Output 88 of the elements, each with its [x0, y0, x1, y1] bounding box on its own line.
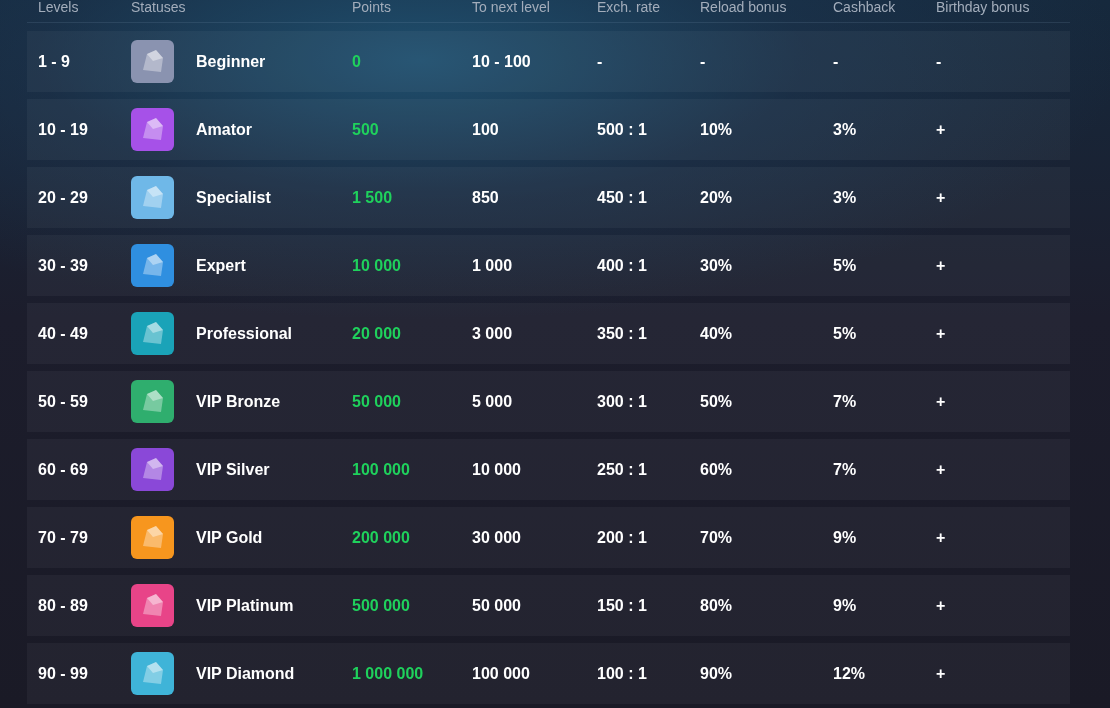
table-cell: 50%	[700, 392, 733, 411]
column-header: Cashback	[833, 0, 896, 15]
table-cell: 400 : 1	[597, 256, 647, 275]
table-cell: 500 000	[352, 596, 410, 615]
table-cell: +	[936, 188, 946, 207]
table-cell: 200 : 1	[597, 528, 647, 547]
table-cell: 3%	[833, 120, 857, 139]
table-cell: +	[936, 324, 946, 343]
table-cell: 350 : 1	[597, 324, 647, 343]
table-cell: 10 000	[352, 256, 401, 275]
status-name: Professional	[196, 324, 293, 343]
status-name: VIP Silver	[196, 460, 270, 479]
status-name: Expert	[196, 256, 246, 275]
status-name: VIP Bronze	[196, 392, 281, 411]
table-cell: 30%	[700, 256, 733, 275]
table-cell: -	[597, 52, 603, 71]
table-cell: 50 000	[352, 392, 401, 411]
status-name: VIP Diamond	[196, 664, 295, 683]
table-cell: 100 000	[472, 664, 530, 683]
table-cell: 10 000	[472, 460, 521, 479]
table-cell: 70%	[700, 528, 733, 547]
table-cell: 50 - 59	[38, 392, 88, 411]
table-cell: 450 : 1	[597, 188, 647, 207]
table-cell: 500	[352, 120, 379, 139]
table-cell: +	[936, 460, 946, 479]
status-name: VIP Gold	[196, 528, 263, 547]
table-cell: 10 - 19	[38, 120, 88, 139]
table-cell: 3%	[833, 188, 857, 207]
status-name: Beginner	[196, 52, 266, 71]
table-cell: 9%	[833, 528, 857, 547]
column-header: Reload bonus	[700, 0, 787, 15]
table-cell: 1 500	[352, 188, 393, 207]
table-cell: 150 : 1	[597, 596, 647, 615]
table-cell: 30 - 39	[38, 256, 88, 275]
table-cell: 500 : 1	[597, 120, 647, 139]
table-cell: 5 000	[472, 392, 513, 411]
table-cell: 850	[472, 188, 499, 207]
table-cell: 0	[352, 52, 361, 71]
table-cell: 5%	[833, 324, 857, 343]
column-header: Points	[352, 0, 391, 15]
table-cell: 5%	[833, 256, 857, 275]
table-cell: 100 000	[352, 460, 410, 479]
table-cell: 40 - 49	[38, 324, 88, 343]
column-header: To next level	[472, 0, 550, 15]
column-header: Exch. rate	[597, 0, 661, 15]
table-cell: 100	[472, 120, 499, 139]
table-cell: +	[936, 120, 946, 139]
table-cell: 200 000	[352, 528, 410, 547]
table-cell: 1 - 9	[38, 52, 70, 71]
table-cell: 60 - 69	[38, 460, 88, 479]
status-name: Amator	[196, 120, 252, 139]
column-header: Statuses	[131, 0, 186, 15]
table-cell: 70 - 79	[38, 528, 88, 547]
status-name: VIP Platinum	[196, 596, 294, 615]
table-cell: +	[936, 664, 946, 683]
table-cell: 90 - 99	[38, 664, 88, 683]
table-cell: 1 000 000	[352, 664, 424, 683]
table-cell: 40%	[700, 324, 733, 343]
table-cell: 50 000	[472, 596, 521, 615]
table-cell: 20 000	[352, 324, 401, 343]
column-header: Birthday bonus	[936, 0, 1030, 15]
table-cell: 80 - 89	[38, 596, 88, 615]
table-cell: -	[936, 52, 942, 71]
table-cell: 300 : 1	[597, 392, 647, 411]
table-cell: 30 000	[472, 528, 521, 547]
table-cell: 80%	[700, 596, 733, 615]
table-cell: +	[936, 596, 946, 615]
table-cell: 10 - 100	[472, 52, 531, 71]
table-cell: 60%	[700, 460, 733, 479]
table-cell: 7%	[833, 392, 857, 411]
table-cell: 9%	[833, 596, 857, 615]
table-cell: 3 000	[472, 324, 513, 343]
table-cell: -	[833, 52, 839, 71]
table-cell: 10%	[700, 120, 733, 139]
table-cell: 100 : 1	[597, 664, 647, 683]
table-cell: +	[936, 392, 946, 411]
column-header: Levels	[38, 0, 79, 15]
table-cell: 20%	[700, 188, 733, 207]
table-cell: 90%	[700, 664, 733, 683]
table-cell: -	[700, 52, 706, 71]
table-cell: +	[936, 256, 946, 275]
table-cell: 7%	[833, 460, 857, 479]
table-cell: 1 000	[472, 256, 513, 275]
table-cell: 20 - 29	[38, 188, 88, 207]
table-cell: 250 : 1	[597, 460, 647, 479]
status-name: Specialist	[196, 188, 271, 207]
table-cell: 12%	[833, 664, 866, 683]
table-cell: +	[936, 528, 946, 547]
